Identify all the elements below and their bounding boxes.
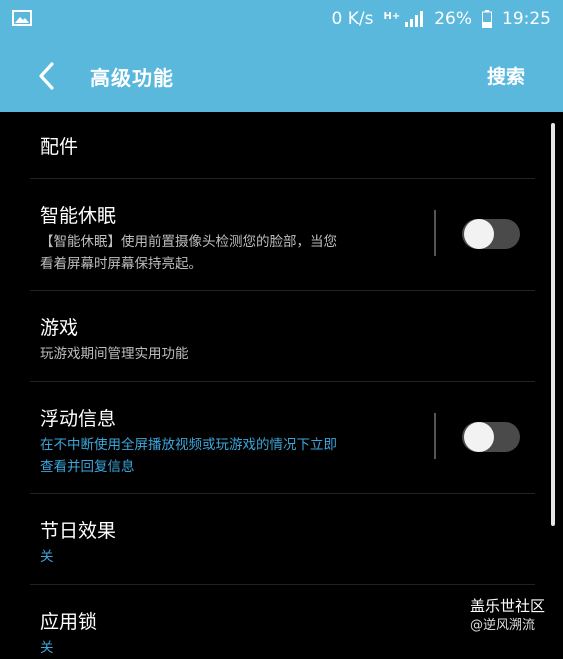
list-item-holiday-effect[interactable]: 节日效果 关 (0, 494, 548, 584)
clock: 19:25 (502, 9, 551, 29)
item-subtitle: 看着屏幕时屏幕保持亮起。 (40, 256, 202, 272)
network-type: H+ (383, 11, 401, 22)
item-subtitle: 关 (40, 549, 54, 565)
separator (434, 413, 436, 459)
item-subtitle: 关 (40, 640, 54, 656)
list-item-floating-messages[interactable]: 浮动信息 在不中断使用全屏播放视频或玩游戏的情况下立即 查看并回复信息 (0, 382, 548, 493)
status-bar: 0 K/s H+ 26% 19:25 (0, 0, 563, 40)
app-bar: 高级功能 搜索 (0, 40, 563, 112)
image-notification-icon (12, 10, 32, 26)
item-title: 节日效果 (40, 520, 117, 542)
battery-icon (482, 10, 492, 28)
separator (434, 210, 436, 256)
page-title: 高级功能 (90, 66, 174, 90)
scrollbar[interactable] (551, 123, 555, 526)
list-item-smart-stay[interactable]: 智能休眠 【智能休眠】使用前置摄像头检测您的脸部，当您 看着屏幕时屏幕保持亮起。 (0, 179, 548, 290)
watermark: 盖乐世社区 @逆风溯流 (470, 596, 545, 636)
item-title: 智能休眠 (40, 205, 117, 227)
search-button[interactable]: 搜索 (487, 62, 525, 89)
signal-icon (405, 11, 424, 27)
list-item-accessories[interactable]: 配件 (0, 112, 548, 178)
item-subtitle: 玩游戏期间管理实用功能 (40, 346, 189, 362)
item-subtitle: 查看并回复信息 (40, 459, 135, 475)
settings-list: 配件 智能休眠 【智能休眠】使用前置摄像头检测您的脸部，当您 看着屏幕时屏幕保持… (0, 112, 563, 656)
list-item-games[interactable]: 游戏 玩游戏期间管理实用功能 (0, 291, 548, 381)
item-subtitle: 在不中断使用全屏播放视频或玩游戏的情况下立即 (40, 437, 337, 453)
watermark-author: @逆风溯流 (470, 618, 536, 633)
network-speed: 0 K/s (331, 9, 374, 29)
toggle-knob (464, 219, 494, 249)
toggle-knob (464, 422, 494, 452)
back-arrow-icon[interactable] (30, 58, 66, 94)
item-title: 浮动信息 (40, 408, 117, 430)
item-subtitle: 【智能休眠】使用前置摄像头检测您的脸部，当您 (40, 234, 337, 250)
item-title: 配件 (40, 136, 79, 158)
list-item-app-lock[interactable]: 应用锁 关 (0, 585, 548, 656)
battery-percent: 26% (434, 9, 472, 29)
watermark-brand: 盖乐世社区 (470, 597, 546, 615)
smart-stay-toggle[interactable] (462, 219, 520, 249)
status-indicators: 0 K/s H+ 26% 19:25 (332, 9, 552, 29)
floating-messages-toggle[interactable] (462, 422, 520, 452)
item-title: 应用锁 (40, 611, 98, 633)
item-title: 游戏 (40, 317, 79, 339)
